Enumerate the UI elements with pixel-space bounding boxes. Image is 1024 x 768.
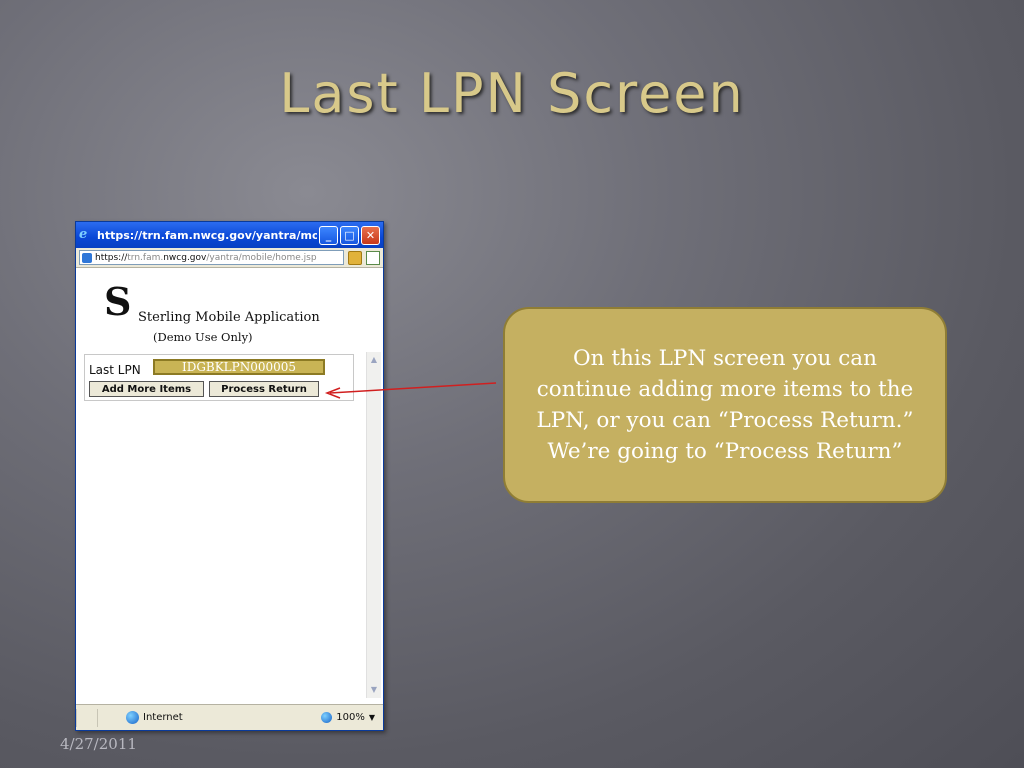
address-path: /yantra/mobile/home.jsp [206,252,317,263]
status-zone: Internet [143,712,183,723]
address-host: trn.fam. [127,252,164,263]
page-favicon-icon [82,252,92,263]
zoom-control[interactable]: 100% ▼ [321,712,383,723]
app-subtitle: (Demo Use Only) [153,330,253,344]
address-bar: https://trn.fam. nwcg.gov/yantra/mobile/h… [76,248,383,268]
last-lpn-value-highlight: IDGBKLPN000005 [153,359,325,375]
ie-logo-icon: e [79,227,88,242]
zoom-level: 100% [336,712,365,723]
close-icon[interactable]: ✕ [361,225,380,245]
browser-titlebar[interactable]: e https://trn.fam.nwcg.gov/yantra/mob...… [76,222,383,248]
app-name: Sterling Mobile Application [138,310,320,325]
slide-title: Last LPN Screen [279,62,745,125]
minimize-icon[interactable]: _ [319,225,338,245]
sterling-logo: S [104,279,132,324]
lock-icon[interactable] [348,250,362,265]
slide-date: 4/27/2011 [60,735,137,753]
maximize-icon[interactable]: □ [340,225,359,245]
add-more-items-button[interactable]: Add More Items [89,381,204,397]
browser-content: S Sterling Mobile Application (Demo Use … [76,268,383,700]
process-return-button[interactable]: Process Return [209,381,319,397]
zoom-icon [321,712,333,723]
chevron-down-icon[interactable]: ▼ [369,713,375,722]
status-bar: Internet 100% ▼ [76,704,383,730]
window-title: https://trn.fam.nwcg.gov/yantra/mob... [97,228,317,242]
last-lpn-label: Last LPN [89,363,141,377]
scrollbar[interactable]: ▲ ▼ [366,352,381,698]
browser-window: e https://trn.fam.nwcg.gov/yantra/mob...… [75,221,384,731]
address-domain: nwcg.gov [163,252,207,263]
page-icon[interactable] [366,250,380,265]
globe-icon [126,711,139,724]
scroll-up-icon[interactable]: ▲ [368,354,380,366]
callout-text: On this LPN screen you can continue addi… [536,346,914,464]
address-input[interactable]: https://trn.fam. nwcg.gov/yantra/mobile/h… [79,250,344,265]
scroll-down-icon[interactable]: ▼ [368,684,380,696]
callout-box: On this LPN screen you can continue addi… [503,307,947,503]
address-prefix: https:// [95,252,128,263]
